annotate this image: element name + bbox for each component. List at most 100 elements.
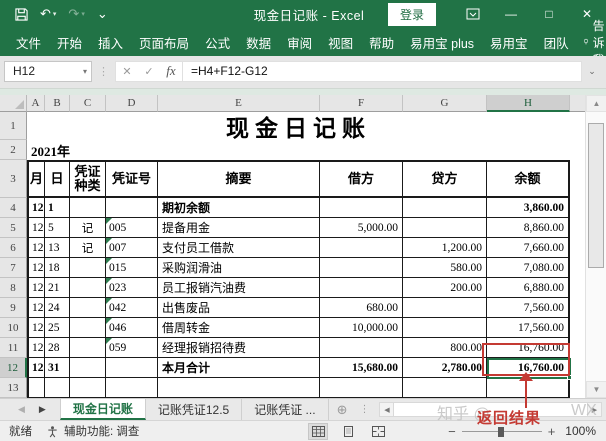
cell-r8-c3[interactable]: 023 <box>106 278 158 298</box>
menu-item-8[interactable]: 帮助 <box>361 33 402 52</box>
column-header-H[interactable]: H <box>487 95 570 112</box>
cell-r11-c0[interactable]: 12 <box>27 338 45 358</box>
cell-r13-c7[interactable] <box>487 378 570 398</box>
scroll-up-icon[interactable]: ▲ <box>586 95 606 112</box>
undo-button[interactable]: ↶▾ <box>35 6 61 22</box>
new-sheet-icon[interactable]: ⊕ <box>329 399 356 420</box>
cell-r13-c4[interactable] <box>158 378 320 398</box>
cell-r8-c1[interactable]: 21 <box>45 278 70 298</box>
cell-r13-c0[interactable] <box>27 378 45 398</box>
namebox-dropdown-icon[interactable]: ▾ <box>83 67 91 76</box>
cell-r4-c4[interactable]: 期初余额 <box>158 198 320 218</box>
cell-r5-c6[interactable] <box>403 218 487 238</box>
sign-in-button[interactable]: 登录 <box>388 3 436 26</box>
minimize-button[interactable]: — <box>492 0 530 28</box>
cell-r7-c7[interactable]: 7,080.00 <box>487 258 570 278</box>
menu-item-7[interactable]: 视图 <box>320 33 361 52</box>
table-header-0[interactable]: 月 <box>27 160 45 198</box>
sheet-tab-1[interactable]: 记账凭证12.5 <box>146 399 242 420</box>
page-layout-view-icon[interactable] <box>338 423 358 440</box>
cell-r7-c0[interactable]: 12 <box>27 258 45 278</box>
menu-item-3[interactable]: 页面布局 <box>131 33 197 52</box>
cell-r10-c7[interactable]: 17,560.00 <box>487 318 570 338</box>
year-label[interactable]: 2021年 <box>27 140 570 160</box>
menu-item-11[interactable]: 团队 <box>536 33 577 52</box>
menu-item-9[interactable]: 易用宝 plus <box>402 33 482 52</box>
cell-r6-c5[interactable] <box>320 238 403 258</box>
cell-r6-c6[interactable]: 1,200.00 <box>403 238 487 258</box>
cell-r11-c4[interactable]: 经理报销招待费 <box>158 338 320 358</box>
cell-r11-c6[interactable]: 800.00 <box>403 338 487 358</box>
cell-r13-c3[interactable] <box>106 378 158 398</box>
column-header-F[interactable]: F <box>320 95 403 112</box>
cell-r7-c6[interactable]: 580.00 <box>403 258 487 278</box>
cell-r9-c3[interactable]: 042 <box>106 298 158 318</box>
cell-r7-c4[interactable]: 采购润滑油 <box>158 258 320 278</box>
table-header-1[interactable]: 日 <box>45 160 70 198</box>
column-header-G[interactable]: G <box>403 95 487 112</box>
cell-r12-c2[interactable] <box>70 358 106 378</box>
cell-r12-c4[interactable]: 本月合计 <box>158 358 320 378</box>
row-header-13[interactable]: 13 <box>0 378 27 398</box>
cell-r4-c7[interactable]: 3,860.00 <box>487 198 570 218</box>
cell-r10-c0[interactable]: 12 <box>27 318 45 338</box>
row-header-3[interactable]: 3 <box>0 160 27 198</box>
row-header-7[interactable]: 7 <box>0 258 27 278</box>
cell-r6-c4[interactable]: 支付员工借款 <box>158 238 320 258</box>
row-header-8[interactable]: 8 <box>0 278 27 298</box>
cell-r11-c1[interactable]: 28 <box>45 338 70 358</box>
cell-r12-c1[interactable]: 31 <box>45 358 70 378</box>
cell-r5-c7[interactable]: 8,860.00 <box>487 218 570 238</box>
cell-r13-c2[interactable] <box>70 378 106 398</box>
cell-r11-c5[interactable] <box>320 338 403 358</box>
cell-r4-c2[interactable] <box>70 198 106 218</box>
column-header-A[interactable]: A <box>27 95 45 112</box>
scroll-down-icon[interactable]: ▼ <box>586 381 606 398</box>
cell-r11-c2[interactable] <box>70 338 106 358</box>
cell-r12-c0[interactable]: 12 <box>27 358 45 378</box>
cell-r9-c2[interactable] <box>70 298 106 318</box>
cell-r6-c0[interactable]: 12 <box>27 238 45 258</box>
sheet-tab-2[interactable]: 记账凭证 ... <box>242 399 328 420</box>
table-header-6[interactable]: 贷方 <box>403 160 487 198</box>
menu-item-4[interactable]: 公式 <box>197 33 238 52</box>
cell-r12-c3[interactable] <box>106 358 158 378</box>
zoom-level[interactable]: 100% <box>565 424 606 438</box>
row-header-4[interactable]: 4 <box>0 198 27 218</box>
cell-r9-c7[interactable]: 7,560.00 <box>487 298 570 318</box>
zoom-out-icon[interactable]: − <box>448 424 456 439</box>
table-header-2[interactable]: 凭证种类 <box>70 160 106 198</box>
cell-r5-c4[interactable]: 提备用金 <box>158 218 320 238</box>
menu-item-5[interactable]: 数据 <box>238 33 279 52</box>
cell-r5-c5[interactable]: 5,000.00 <box>320 218 403 238</box>
row-header-11[interactable]: 11 <box>0 338 27 358</box>
cell-r8-c7[interactable]: 6,880.00 <box>487 278 570 298</box>
sheet-tab-options-icon[interactable]: ⋮ <box>355 399 373 420</box>
table-header-7[interactable]: 余额 <box>487 160 570 198</box>
ribbon-display-options-icon[interactable] <box>454 0 492 28</box>
menu-item-10[interactable]: 易用宝 <box>482 33 536 52</box>
row-header-1[interactable]: 1 <box>0 112 27 140</box>
zoom-in-icon[interactable]: + <box>548 424 556 439</box>
prev-sheet-icon[interactable]: ◀ <box>18 404 25 415</box>
normal-view-icon[interactable] <box>308 423 328 440</box>
cell-r4-c3[interactable] <box>106 198 158 218</box>
row-header-10[interactable]: 10 <box>0 318 27 338</box>
page-break-view-icon[interactable] <box>368 423 388 440</box>
insert-function-icon[interactable]: fx <box>160 63 182 79</box>
cell-r4-c1[interactable]: 1 <box>45 198 70 218</box>
cell-r8-c0[interactable]: 12 <box>27 278 45 298</box>
zoom-slider-thumb[interactable] <box>498 427 504 437</box>
cell-r8-c4[interactable]: 员工报销汽油费 <box>158 278 320 298</box>
cell-r10-c2[interactable] <box>70 318 106 338</box>
column-header-E[interactable]: E <box>158 95 320 112</box>
cell-r12-c6[interactable]: 2,780.00 <box>403 358 487 378</box>
cell-r11-c3[interactable]: 059 <box>106 338 158 358</box>
cell-r5-c0[interactable]: 12 <box>27 218 45 238</box>
cell-r13-c5[interactable] <box>320 378 403 398</box>
cell-r10-c4[interactable]: 借周转金 <box>158 318 320 338</box>
table-header-3[interactable]: 凭证号 <box>106 160 158 198</box>
cell-r4-c0[interactable]: 12 <box>27 198 45 218</box>
cancel-icon[interactable]: ✕ <box>116 65 138 78</box>
vertical-scrollbar-thumb[interactable] <box>588 123 604 268</box>
